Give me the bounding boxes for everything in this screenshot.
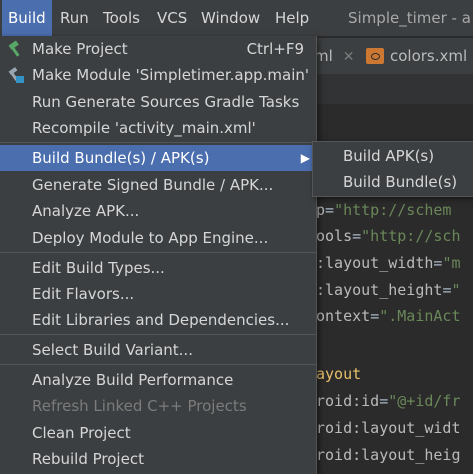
build-menu: Make Project Ctrl+F9 Make Module 'Simple…: [0, 36, 317, 474]
code-attribute: :layout_width: [316, 254, 434, 272]
menu-run[interactable]: Run: [54, 0, 95, 36]
code-attribute: roid:layout_widt: [316, 419, 461, 437]
code-attribute: roid:id: [316, 392, 380, 410]
code-equals: =: [352, 227, 362, 245]
separator: [0, 142, 316, 143]
submenu-item-build-apk[interactable]: Build APK(s): [313, 143, 473, 169]
menu-tools[interactable]: Tools: [97, 0, 146, 36]
menu-item-analyze-build-performance[interactable]: Analyze Build Performance: [0, 367, 316, 393]
code-line: ontext=".MainAct: [316, 307, 461, 325]
menu-item-clean-project[interactable]: Clean Project: [0, 420, 316, 446]
code-equals: =: [370, 307, 380, 325]
separator: [0, 364, 316, 365]
code-line: roid:id="@+id/fr: [316, 392, 461, 410]
code-line: roid:layout_heig: [316, 446, 461, 464]
close-icon[interactable]: ✕: [343, 49, 355, 65]
menu-item-generate-signed[interactable]: Generate Signed Bundle / APK...: [0, 172, 316, 198]
code-attribute: ools: [316, 227, 353, 245]
code-string: ": [451, 281, 461, 299]
code-equals: =: [325, 201, 335, 219]
build-bundle-submenu: Build APK(s) Build Bundle(s): [312, 141, 473, 197]
code-string: ".MainAct: [379, 307, 461, 325]
menu-item-analyze-apk[interactable]: Analyze APK...: [0, 198, 316, 224]
menu-help[interactable]: Help: [269, 0, 315, 36]
menu-item-edit-libraries[interactable]: Edit Libraries and Dependencies...: [0, 307, 316, 333]
menu-item-recompile[interactable]: Recompile 'activity_main.xml': [0, 115, 316, 141]
code-line: roid:layout_widt: [316, 419, 461, 437]
menu-item-select-build-variant[interactable]: Select Build Variant...: [0, 337, 316, 363]
menu-item-build-bundle-apk[interactable]: Build Bundle(s) / APK(s) ▶: [0, 145, 316, 171]
tab-label: colors.xml: [390, 47, 468, 65]
tab-layout-xml[interactable]: ml ✕: [314, 38, 355, 74]
xml-file-icon: [366, 48, 384, 64]
code-line: :layout_height=": [316, 281, 461, 299]
tab-colors-xml[interactable]: colors.xml: [366, 38, 467, 74]
submenu-item-build-bundle[interactable]: Build Bundle(s): [313, 169, 473, 195]
menu-item-rebuild-project[interactable]: Rebuild Project: [0, 446, 316, 472]
menu-item-edit-build-types[interactable]: Edit Build Types...: [0, 255, 316, 281]
code-line: :layout_width="m: [316, 254, 461, 272]
menu-item-make-project[interactable]: Make Project Ctrl+F9: [0, 36, 316, 62]
code-attribute: roid:layout_heig: [316, 446, 461, 464]
code-line: ayout: [316, 365, 361, 383]
menu-vcs[interactable]: VCS: [151, 0, 193, 36]
code-line: ools="http://sch: [316, 227, 461, 245]
code-string: "http://schem: [334, 201, 452, 219]
separator: [0, 252, 316, 253]
hammer-icon: [8, 40, 20, 57]
menu-item-make-module[interactable]: Make Module 'Simpletimer.app.main': [0, 62, 316, 88]
code-equals: =: [379, 392, 389, 410]
code-attribute: ontext: [316, 307, 371, 325]
menu-build[interactable]: Build: [2, 0, 52, 36]
code-string: "@+id/fr: [388, 392, 461, 410]
menu-bar: Build Run Tools VCS Window Help Simple_t…: [0, 0, 473, 36]
chevron-right-icon: ▶: [300, 151, 310, 165]
menu-item-run-generate-sources[interactable]: Run Generate Sources Gradle Tasks: [0, 89, 316, 115]
make-module-icon: [8, 67, 24, 83]
separator: [0, 334, 316, 335]
menu-window[interactable]: Window: [195, 0, 266, 36]
menu-item-edit-flavors[interactable]: Edit Flavors...: [0, 281, 316, 307]
window-title: Simple_timer - a: [348, 9, 471, 27]
menu-item-deploy-module[interactable]: Deploy Module to App Engine...: [0, 225, 316, 251]
menu-item-refresh-cpp: Refresh Linked C++ Projects: [32, 397, 247, 415]
code-string: "m: [442, 254, 461, 272]
code-attribute: p: [316, 201, 326, 219]
code-string: "http://sch: [361, 227, 461, 245]
code-attribute: ayout: [316, 365, 362, 383]
code-line: p="http://schem: [316, 201, 451, 219]
code-attribute: :layout_height: [316, 281, 443, 299]
